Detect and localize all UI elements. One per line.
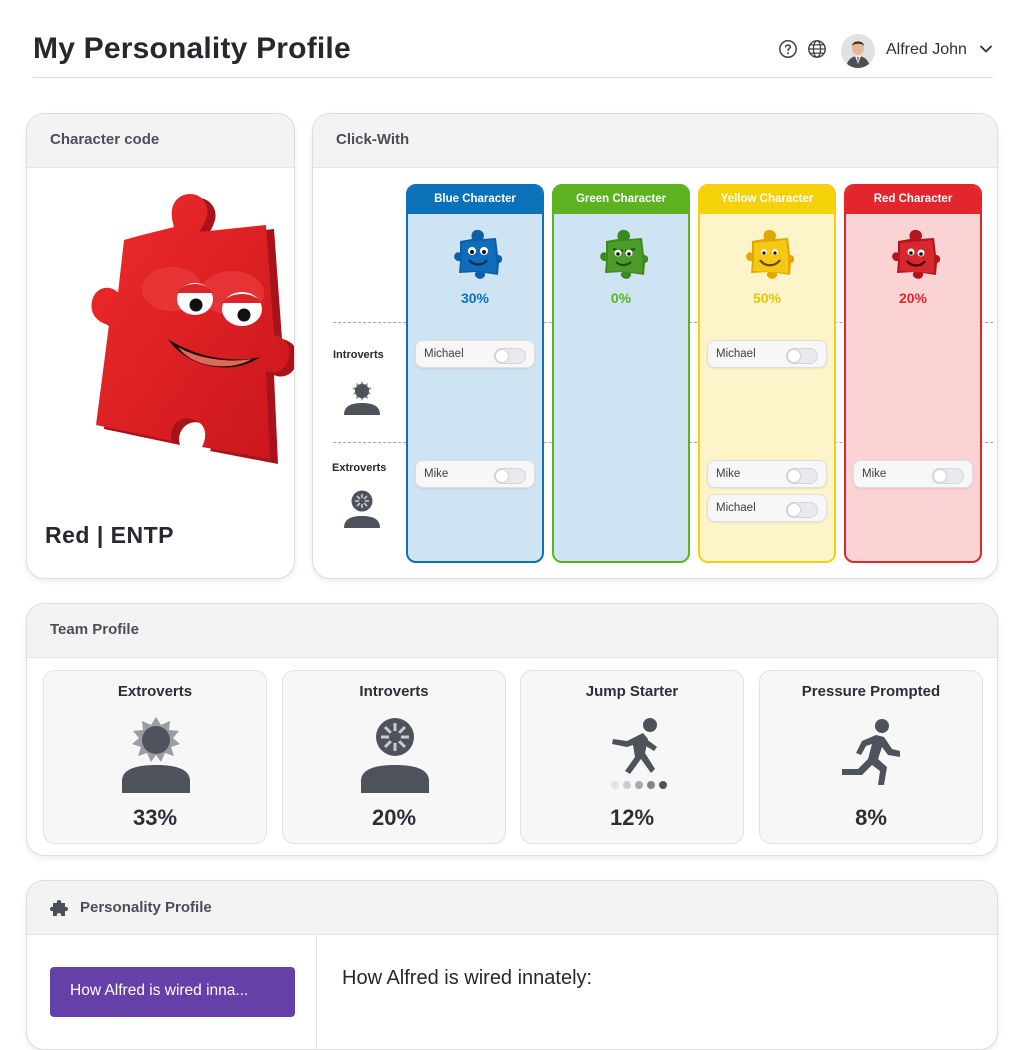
chip-name: Mike bbox=[862, 468, 887, 480]
extrovert-person-icon bbox=[344, 490, 380, 528]
toggle-switch[interactable] bbox=[932, 468, 964, 484]
puzzle-icon bbox=[50, 899, 68, 916]
toggle-switch[interactable] bbox=[494, 468, 526, 484]
yellow-character-header: Yellow Character bbox=[700, 186, 834, 214]
personality-profile-header: Personality Profile bbox=[27, 881, 997, 935]
character-code-value: Red | ENTP bbox=[45, 522, 175, 548]
chip-name: Mike bbox=[424, 468, 449, 480]
extrovert-chip-mike[interactable]: Mike bbox=[415, 460, 535, 488]
extrovert-chip-mike[interactable]: Mike bbox=[707, 460, 827, 488]
chip-name: Michael bbox=[424, 348, 464, 360]
user-photo-icon bbox=[841, 34, 875, 68]
profile-sidebar: How Alfred is wired inna... bbox=[27, 935, 317, 1049]
toggle-switch[interactable] bbox=[494, 348, 526, 364]
globe-icon[interactable] bbox=[807, 39, 827, 59]
introvert-person-icon bbox=[344, 381, 380, 415]
toggle-switch[interactable] bbox=[786, 502, 818, 518]
blue-character-header: Blue Character bbox=[408, 186, 542, 214]
yellow-puzzle-icon bbox=[746, 229, 794, 279]
red-character-column: Red Character 20% Mike bbox=[844, 184, 982, 563]
page-title: My Personality Profile bbox=[33, 32, 351, 65]
stat-title: Extroverts bbox=[117, 683, 193, 700]
team-profile-card: Team Profile Extroverts 33% Introverts 2… bbox=[26, 603, 998, 856]
blue-puzzle-icon bbox=[454, 229, 502, 279]
row-label-extroverts: Extroverts bbox=[332, 462, 387, 474]
row-label-introverts: Introverts bbox=[333, 349, 384, 361]
profile-section-heading: How Alfred is wired innately: bbox=[342, 967, 593, 989]
introvert-chip-michael[interactable]: Michael bbox=[707, 340, 827, 368]
user-name[interactable]: Alfred John bbox=[886, 41, 967, 59]
personality-profile-card: Personality Profile How Alfred is wired … bbox=[26, 880, 998, 1050]
introvert-person-icon bbox=[361, 718, 429, 793]
blue-character-column: Blue Character 30% Michael Mike bbox=[406, 184, 544, 563]
stat-title: Pressure Prompted bbox=[801, 683, 941, 700]
toggle-switch[interactable] bbox=[786, 468, 818, 484]
yellow-character-column: Yellow Character 50% Michael Mike Michae… bbox=[698, 184, 836, 563]
avatar[interactable] bbox=[841, 34, 875, 68]
character-code-card: Character code Red | ENTP bbox=[26, 113, 295, 579]
page-header: My Personality Profile Alfred John bbox=[33, 22, 993, 78]
stat-introverts: Introverts 20% bbox=[282, 670, 506, 844]
chip-name: Michael bbox=[716, 348, 756, 360]
red-puzzle-icon bbox=[892, 229, 940, 279]
green-character-header: Green Character bbox=[554, 186, 688, 214]
stat-value: 20% bbox=[371, 805, 417, 830]
extrovert-chip-mike[interactable]: Mike bbox=[853, 460, 973, 488]
green-puzzle-icon bbox=[600, 229, 648, 279]
chevron-down-icon[interactable] bbox=[979, 42, 993, 56]
stat-pressure-prompted: Pressure Prompted 8% bbox=[759, 670, 983, 844]
chip-name: Mike bbox=[716, 468, 741, 480]
red-puzzle-character-icon bbox=[91, 194, 294, 464]
extrovert-person-icon bbox=[122, 717, 190, 793]
toggle-switch[interactable] bbox=[786, 348, 818, 364]
character-code-title: Character code bbox=[27, 114, 294, 168]
personality-profile-title: Personality Profile bbox=[80, 899, 212, 916]
yellow-character-percent: 50% bbox=[752, 290, 782, 306]
stat-title: Jump Starter bbox=[585, 683, 679, 700]
red-character-header: Red Character bbox=[846, 186, 980, 214]
green-character-column: Green Character 0% bbox=[552, 184, 690, 563]
click-with-title: Click-With bbox=[313, 114, 997, 168]
click-with-card: Click-With Introverts Extroverts Blue Ch… bbox=[312, 113, 998, 579]
stat-value: 8% bbox=[855, 805, 887, 830]
extrovert-chip-michael[interactable]: Michael bbox=[707, 494, 827, 522]
help-icon[interactable] bbox=[778, 39, 798, 59]
team-profile-title: Team Profile bbox=[27, 604, 997, 658]
introvert-chip-michael[interactable]: Michael bbox=[415, 340, 535, 368]
blue-character-percent: 30% bbox=[460, 290, 490, 306]
running-person-icon bbox=[842, 719, 900, 785]
stat-value: 12% bbox=[609, 805, 655, 830]
stat-extroverts: Extroverts 33% bbox=[43, 670, 267, 844]
jump-starter-icon bbox=[611, 718, 667, 789]
green-character-percent: 0% bbox=[610, 290, 632, 306]
chip-name: Michael bbox=[716, 502, 756, 514]
stat-title: Introverts bbox=[359, 683, 429, 700]
red-character-percent: 20% bbox=[898, 290, 928, 306]
stat-value: 33% bbox=[132, 805, 178, 830]
stat-jump-starter: Jump Starter 12% bbox=[520, 670, 744, 844]
wired-innately-button[interactable]: How Alfred is wired inna... bbox=[50, 967, 295, 1017]
